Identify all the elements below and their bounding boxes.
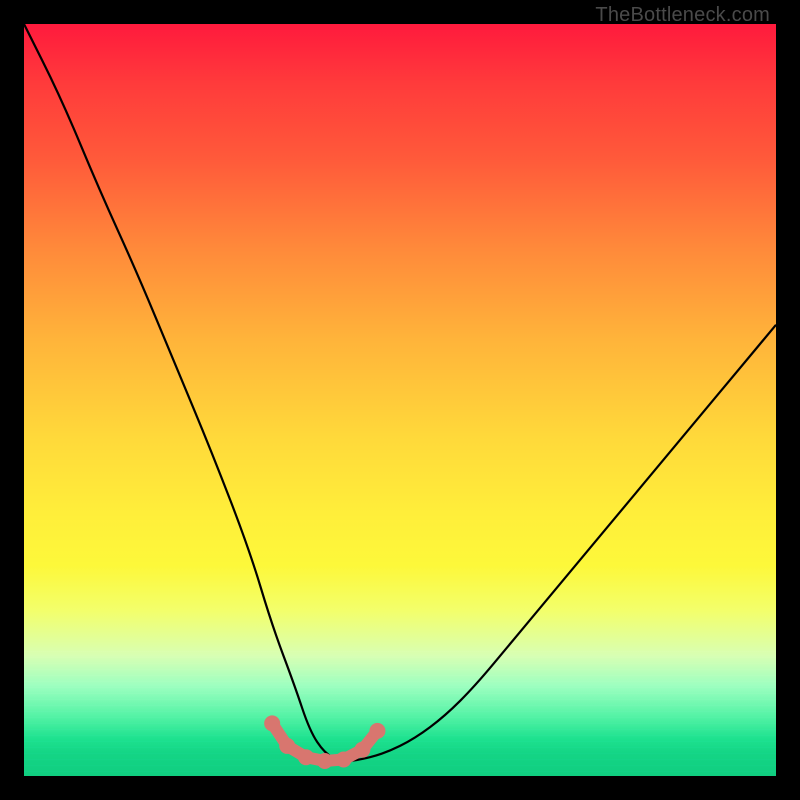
chart-plot-area [24,24,776,776]
watermark-text: TheBottleneck.com [595,4,770,27]
gradient-stripes-decoration [24,646,776,776]
